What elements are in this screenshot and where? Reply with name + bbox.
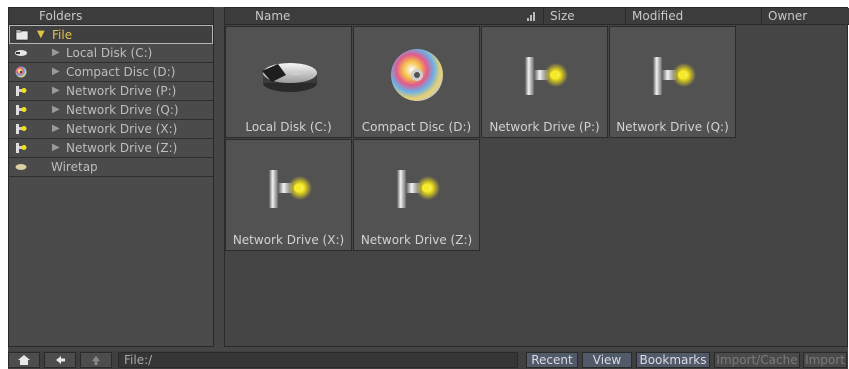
compact-disc-icon	[391, 49, 443, 101]
bottom-bar: File:/ Recent View Bookmarks Import/Cach…	[8, 351, 848, 369]
expand-right-icon[interactable]: ▶	[52, 101, 60, 119]
compact-disc-icon	[15, 66, 27, 78]
column-owner[interactable]: Owner	[761, 8, 849, 25]
import-button[interactable]: Import	[803, 352, 847, 368]
network-drive-icon	[397, 170, 440, 208]
tree-item-local-disk[interactable]: ▶ Local Disk (C:)	[9, 44, 213, 63]
tile-local-disk[interactable]: Local Disk (C:)	[225, 26, 352, 138]
column-modified[interactable]: Modified	[625, 8, 761, 25]
column-name[interactable]: Name	[225, 8, 543, 25]
up-button[interactable]	[80, 352, 112, 368]
tile-label: Local Disk (C:)	[245, 120, 332, 134]
network-drive-icon	[653, 57, 696, 95]
home-button[interactable]	[8, 352, 40, 368]
tree-item-file[interactable]: ▼ File	[9, 25, 213, 44]
tile-label: Network Drive (Q:)	[616, 120, 729, 134]
tree-item-label: File	[52, 28, 73, 42]
import-cache-button[interactable]: Import/Cache	[714, 352, 800, 368]
tile-network-drive-q[interactable]: Network Drive (Q:)	[609, 26, 736, 138]
column-size-label: Size	[550, 9, 575, 23]
tree-item-network-drive-z[interactable]: ▶ Network Drive (Z:)	[9, 139, 213, 158]
tile-label: Network Drive (X:)	[232, 233, 345, 247]
column-size[interactable]: Size	[543, 8, 627, 25]
tree-item-label: Network Drive (P:)	[66, 84, 177, 98]
tree-item-label: Network Drive (Z:)	[66, 141, 178, 155]
tile-compact-disc[interactable]: Compact Disc (D:)	[353, 26, 480, 138]
expand-right-icon[interactable]: ▶	[52, 44, 60, 62]
tile-network-drive-z[interactable]: Network Drive (Z:)	[353, 139, 480, 251]
network-drive-icon	[269, 170, 312, 208]
tile-network-drive-x[interactable]: Network Drive (X:)	[225, 139, 352, 251]
view-button[interactable]: View	[582, 352, 632, 368]
local-disk-icon	[15, 50, 27, 56]
column-headers: Name Size Modified Owner	[225, 8, 849, 25]
path-input[interactable]: File:/	[118, 352, 518, 368]
column-owner-label: Owner	[768, 9, 808, 23]
file-list: Name Size Modified Owner Local Disk (C:)…	[224, 7, 849, 347]
network-drive-icon	[16, 86, 27, 96]
local-disk-icon	[262, 63, 317, 92]
file-browser: Folders ▼ File ▶ Local Disk (C:) ▶ Compa…	[8, 7, 849, 369]
expand-right-icon[interactable]: ▶	[52, 63, 60, 81]
expand-down-icon[interactable]: ▼	[37, 26, 45, 44]
tree-item-network-drive-x[interactable]: ▶ Network Drive (X:)	[9, 120, 213, 139]
bookmarks-button[interactable]: Bookmarks	[636, 352, 710, 368]
tree-item-network-drive-q[interactable]: ▶ Network Drive (Q:)	[9, 101, 213, 120]
tree-item-label: Network Drive (Q:)	[66, 103, 179, 117]
tree-item-label: Compact Disc (D:)	[66, 65, 176, 79]
network-drive-icon	[16, 105, 27, 115]
tile-label: Network Drive (P:)	[489, 120, 600, 134]
expand-right-icon[interactable]: ▶	[52, 120, 60, 138]
folder-tree-header: Folders	[9, 8, 213, 25]
tile-label: Network Drive (Z:)	[360, 233, 473, 247]
expand-right-icon[interactable]: ▶	[52, 139, 60, 157]
tree-item-label: Wiretap	[51, 160, 98, 174]
tree-item-compact-disc[interactable]: ▶ Compact Disc (D:)	[9, 63, 213, 82]
tree-item-wiretap[interactable]: Wiretap	[9, 158, 213, 177]
network-drive-icon	[16, 124, 27, 134]
network-drive-icon	[16, 143, 27, 153]
tile-network-drive-p[interactable]: Network Drive (P:)	[481, 26, 608, 138]
arrow-up-icon	[92, 356, 100, 365]
tree-item-label: Local Disk (C:)	[66, 46, 153, 60]
network-drive-icon	[525, 57, 568, 95]
folder-tree: Folders ▼ File ▶ Local Disk (C:) ▶ Compa…	[8, 7, 214, 347]
tile-label: Compact Disc (D:)	[361, 120, 472, 134]
home-icon	[18, 355, 30, 365]
sort-icon[interactable]	[527, 12, 535, 21]
recent-button[interactable]: Recent	[526, 352, 578, 368]
folder-icon	[15, 29, 29, 41]
wiretap-icon	[15, 164, 27, 170]
expand-right-icon[interactable]: ▶	[52, 82, 60, 100]
arrow-left-icon	[56, 356, 65, 364]
tree-item-network-drive-p[interactable]: ▶ Network Drive (P:)	[9, 82, 213, 101]
column-name-label: Name	[255, 9, 291, 23]
column-modified-label: Modified	[632, 9, 684, 23]
tree-item-label: Network Drive (X:)	[66, 122, 178, 136]
back-button[interactable]	[44, 352, 76, 368]
